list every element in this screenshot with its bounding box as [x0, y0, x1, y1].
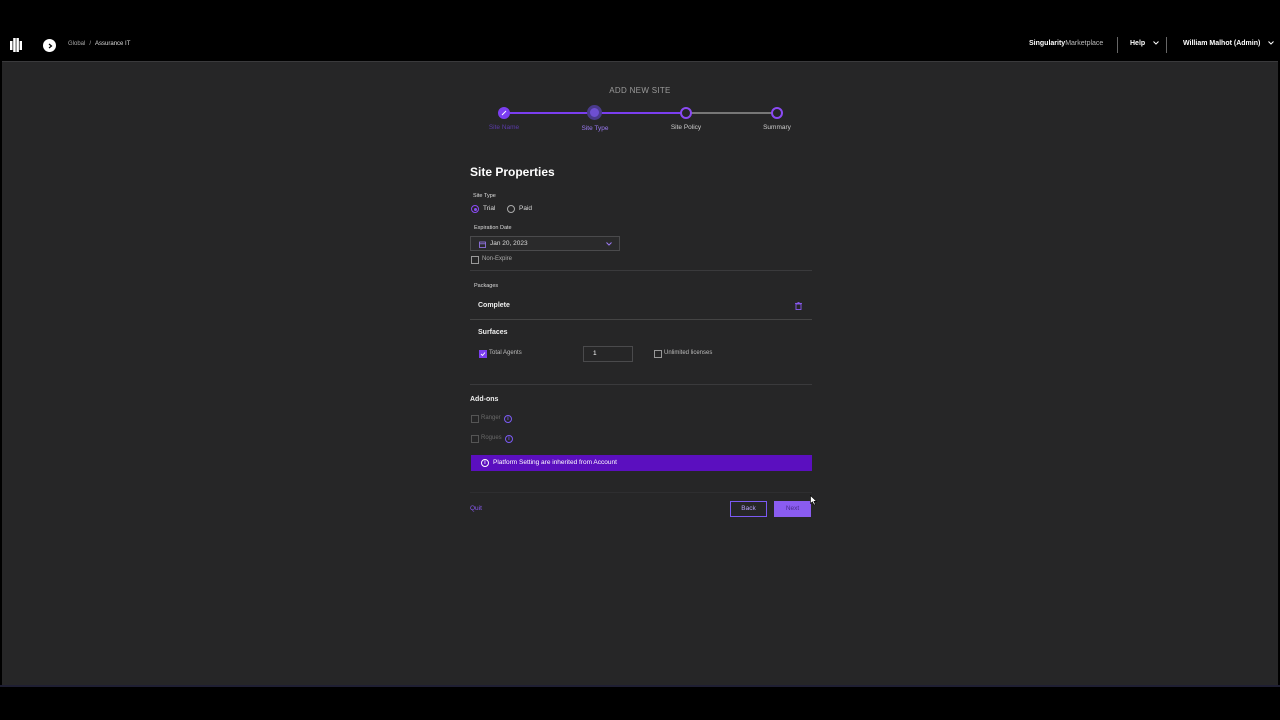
breadcrumb-item-global[interactable]: Global — [68, 41, 85, 47]
step-3-dot[interactable] — [680, 107, 692, 119]
non-expire-label[interactable]: Non-Expire — [482, 256, 512, 262]
inheritance-banner: i Platform Setting are inherited from Ac… — [471, 455, 812, 471]
quit-button[interactable]: Quit — [470, 505, 482, 512]
ranger-label: Ranger — [481, 415, 501, 421]
step-connector — [510, 112, 598, 114]
rogues-checkbox[interactable] — [471, 435, 479, 443]
divider — [1117, 37, 1118, 53]
top-bar: Global / Assurance IT SingularityMarketpla… — [0, 30, 1280, 61]
help-label: Help — [1130, 40, 1146, 47]
chevron-down-icon — [606, 242, 612, 246]
step-1-dot[interactable] — [498, 107, 510, 119]
breadcrumb-separator: / — [89, 41, 92, 47]
step-3-label[interactable]: Site Policy — [651, 124, 721, 131]
chevron-down-icon — [1268, 41, 1275, 45]
chevron-right-icon — [48, 43, 52, 48]
step-connector — [690, 112, 780, 114]
help-menu[interactable]: Help — [1130, 40, 1159, 47]
expiration-date-label: Expiration Date — [474, 225, 512, 231]
sentinelone-logo-icon[interactable] — [10, 38, 22, 52]
wizard-title: ADD NEW SITE — [609, 86, 671, 95]
check-icon — [480, 352, 486, 357]
step-4-label[interactable]: Summary — [742, 124, 812, 131]
info-icon[interactable]: i — [504, 415, 512, 423]
step-2-label[interactable]: Site Type — [560, 125, 630, 132]
rogues-label: Rogues — [481, 435, 502, 441]
total-agents-input[interactable]: 1 — [583, 346, 633, 362]
section-title: Site Properties — [470, 165, 555, 179]
unlimited-licenses-checkbox[interactable] — [654, 350, 662, 358]
info-icon[interactable]: i — [505, 435, 513, 443]
surfaces-label: Surfaces — [478, 329, 508, 336]
non-expire-checkbox[interactable] — [471, 256, 479, 264]
divider — [1166, 37, 1167, 53]
total-agents-label[interactable]: Total Agents — [489, 350, 522, 356]
wizard-stepper: Site Name Site Type Site Policy Summary — [462, 102, 832, 142]
divider — [470, 492, 812, 493]
user-menu[interactable]: William Malhot (Admin) — [1183, 40, 1275, 47]
breadcrumb-item-current[interactable]: Assurance IT — [95, 41, 130, 47]
back-button[interactable]: Back — [730, 501, 767, 517]
divider — [470, 270, 812, 271]
unlimited-licenses-label[interactable]: Unlimited licenses — [664, 350, 712, 356]
radio-paid[interactable] — [507, 205, 515, 213]
radio-trial-label[interactable]: Trial — [483, 205, 495, 212]
bottom-border — [0, 685, 1280, 687]
scope-selector-button[interactable] — [43, 39, 56, 52]
radio-paid-label[interactable]: Paid — [519, 205, 532, 212]
marketplace-link[interactable]: SingularityMarketplace — [1029, 40, 1103, 47]
site-type-label: Site Type — [473, 193, 496, 199]
marketplace-brand: Singularity — [1029, 40, 1066, 47]
step-1-label[interactable]: Site Name — [469, 124, 539, 131]
ranger-checkbox[interactable] — [471, 415, 479, 423]
user-label: William Malhot (Admin) — [1183, 40, 1261, 47]
package-name: Complete — [478, 302, 510, 309]
banner-text: Platform Setting are inherited from Acco… — [493, 459, 617, 466]
calendar-icon — [479, 241, 486, 248]
step-2-dot[interactable] — [587, 105, 602, 120]
trash-icon[interactable] — [795, 302, 802, 310]
step-connector — [600, 112, 690, 114]
marketplace-label: Marketplace — [1065, 40, 1104, 47]
divider — [470, 384, 812, 385]
step-4-dot[interactable] — [771, 107, 783, 119]
chevron-down-icon — [1153, 41, 1159, 45]
addons-label: Add-ons — [470, 396, 499, 403]
info-icon: i — [481, 459, 489, 467]
pencil-icon — [501, 110, 507, 116]
expiration-date-value: Jan 20, 2023 — [490, 240, 528, 247]
divider — [470, 319, 812, 320]
packages-label: Packages — [474, 283, 499, 289]
mouse-cursor-icon — [810, 495, 818, 506]
expiration-date-select[interactable]: Jan 20, 2023 — [470, 236, 620, 251]
total-agents-checkbox[interactable] — [479, 350, 487, 358]
radio-trial[interactable] — [471, 205, 479, 213]
breadcrumb: Global / Assurance IT — [68, 41, 130, 47]
wizard-panel: ADD NEW SITE Site Name Site Type Site Po… — [2, 61, 1278, 685]
next-button[interactable]: Next — [774, 501, 811, 517]
